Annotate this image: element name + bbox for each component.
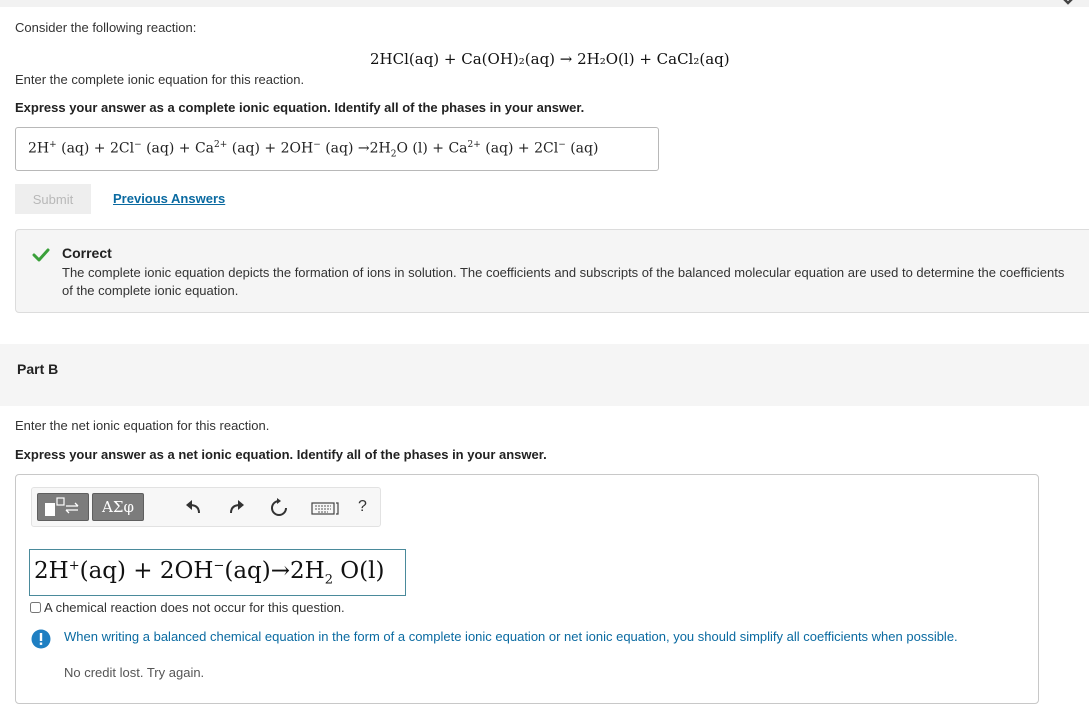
top-strip bbox=[0, 0, 1089, 7]
part-b-express: Express your answer as a net ionic equat… bbox=[15, 447, 547, 462]
undo-icon[interactable] bbox=[183, 497, 205, 519]
no-reaction-label: A chemical reaction does not occur for t… bbox=[44, 600, 345, 615]
answer-text: (aq) + 2OH bbox=[227, 140, 314, 157]
credit-message: No credit lost. Try again. bbox=[64, 665, 205, 680]
redo-icon[interactable] bbox=[225, 497, 247, 519]
answer-sup: 2+ bbox=[467, 140, 481, 150]
input-text: O(l) bbox=[332, 558, 385, 584]
math-toolbar: ΑΣφ ? bbox=[31, 487, 381, 527]
feedback-panel: Correct The complete ionic equation depi… bbox=[15, 229, 1089, 313]
submit-button[interactable]: Submit bbox=[15, 184, 91, 214]
part-a-instruction: Enter the complete ionic equation for th… bbox=[15, 72, 305, 87]
part-a-express: Express your answer as a complete ionic … bbox=[15, 100, 585, 115]
chevron-down-icon[interactable] bbox=[1061, 0, 1075, 10]
answer-text: 2H bbox=[28, 140, 50, 157]
alert-icon bbox=[31, 629, 51, 649]
greek-symbols-button[interactable]: ΑΣφ bbox=[92, 493, 144, 521]
net-ionic-input[interactable]: 2H+(aq) + 2OH−(aq)→2H2 O(l) bbox=[29, 549, 406, 596]
reset-icon[interactable] bbox=[268, 497, 290, 519]
answer-text: O (l) + Ca bbox=[396, 140, 468, 157]
reaction-prompt: Consider the following reaction: bbox=[15, 20, 197, 35]
input-text: (aq)→2H bbox=[224, 558, 325, 584]
input-text: 2H bbox=[34, 558, 69, 584]
answer-editor: ΑΣφ ? 2H+(aq) + 2OH−(aq)→2H2 O(l) A chem… bbox=[15, 474, 1039, 704]
answer-text: (aq) bbox=[565, 140, 599, 157]
answer-sup: 2+ bbox=[214, 140, 228, 150]
reaction-equation: 2HCl(aq) + Ca(OH)₂(aq) → 2H₂O(l) + CaCl₂… bbox=[370, 50, 730, 68]
feedback-title: Correct bbox=[62, 245, 112, 261]
answer-text: (aq) + 2Cl bbox=[56, 140, 135, 157]
answer-text: (aq) + Ca bbox=[141, 140, 215, 157]
keyboard-icon[interactable] bbox=[311, 497, 341, 519]
template-button[interactable] bbox=[37, 493, 89, 521]
answer-sup: − bbox=[134, 140, 142, 150]
previous-answers-link[interactable]: Previous Answers bbox=[113, 191, 225, 206]
input-sup: + bbox=[68, 558, 80, 574]
input-sup: − bbox=[213, 558, 225, 574]
input-sub: 2 bbox=[324, 572, 333, 588]
template-icon bbox=[45, 497, 79, 516]
answer-sup: − bbox=[313, 140, 321, 150]
answer-text: (aq) + 2Cl bbox=[480, 140, 559, 157]
no-reaction-checkbox[interactable] bbox=[30, 602, 41, 613]
part-b-header[interactable]: Part B bbox=[0, 344, 1089, 406]
checkmark-icon bbox=[32, 248, 50, 262]
answer-sup: + bbox=[49, 140, 57, 150]
part-b-label: Part B bbox=[17, 361, 59, 377]
no-reaction-option[interactable]: A chemical reaction does not occur for t… bbox=[30, 600, 345, 615]
answer-text: (aq) →2H bbox=[320, 140, 391, 157]
answer-sup: − bbox=[558, 140, 566, 150]
part-a-answer-box: 2H+ (aq) + 2Cl− (aq) + Ca2+ (aq) + 2OH− … bbox=[15, 127, 659, 171]
feedback-body: The complete ionic equation depicts the … bbox=[62, 265, 1065, 298]
part-b-instruction: Enter the net ionic equation for this re… bbox=[15, 418, 270, 433]
help-button[interactable]: ? bbox=[358, 498, 380, 520]
alert-message: When writing a balanced chemical equatio… bbox=[64, 629, 958, 644]
input-text: (aq) + 2OH bbox=[79, 558, 214, 584]
